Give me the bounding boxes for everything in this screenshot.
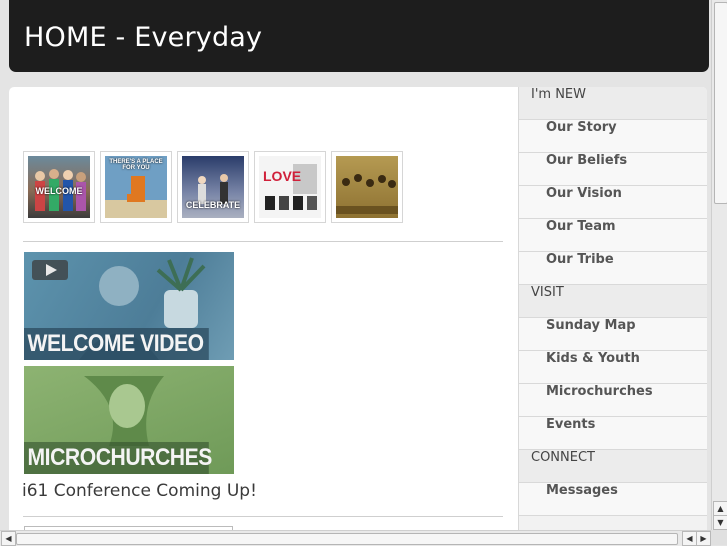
thumbnail-caption: CELEBRATE bbox=[185, 200, 241, 210]
microchurches-promo[interactable]: MICROCHURCHES bbox=[24, 366, 234, 474]
play-icon[interactable] bbox=[32, 260, 68, 280]
nav-our-tribe[interactable]: Our Tribe bbox=[519, 252, 707, 285]
nav-messages[interactable]: Messages bbox=[519, 483, 707, 516]
page-title: HOME - Everyday bbox=[24, 22, 263, 53]
divider bbox=[23, 241, 503, 242]
scroll-right-icon[interactable]: ▶ bbox=[696, 531, 711, 546]
nav-kids-youth[interactable]: Kids & Youth bbox=[519, 351, 707, 384]
horizontal-scrollbar[interactable]: ◀ ◀ ▶ bbox=[0, 530, 711, 546]
nav-visit[interactable]: VISIT bbox=[519, 285, 707, 318]
microchurches-label: MICROCHURCHES bbox=[24, 442, 212, 474]
site-header: HOME - Everyday bbox=[9, 0, 709, 72]
welcome-video-label: WELCOME VIDEO bbox=[24, 328, 209, 360]
vertical-scrollbar[interactable]: ▲ ▼ bbox=[711, 0, 727, 530]
love-thumbnail[interactable]: LOVE bbox=[254, 151, 326, 223]
scrollbar-corner bbox=[711, 530, 727, 545]
place-for-you-thumbnail[interactable]: THERE'S A PLACE FOR YOU bbox=[100, 151, 172, 223]
welcome-video-promo[interactable]: WELCOME VIDEO bbox=[24, 252, 234, 360]
vertical-scroll-thumb[interactable] bbox=[714, 2, 727, 204]
nav-our-story[interactable]: Our Story bbox=[519, 120, 707, 153]
nav-our-vision[interactable]: Our Vision bbox=[519, 186, 707, 219]
nav-sunday-map[interactable]: Sunday Map bbox=[519, 318, 707, 351]
nav-our-team[interactable]: Our Team bbox=[519, 219, 707, 252]
horizontal-scroll-thumb[interactable] bbox=[16, 533, 678, 545]
scroll-down-icon[interactable]: ▼ bbox=[713, 515, 727, 530]
sidebar-nav: I'm NEW Our Story Our Beliefs Our Vision… bbox=[518, 87, 707, 532]
divider bbox=[23, 516, 503, 517]
thumbnail-caption: THERE'S A PLACE FOR YOU bbox=[109, 159, 163, 171]
celebrate-thumbnail[interactable]: CELEBRATE bbox=[177, 151, 249, 223]
nav-our-beliefs[interactable]: Our Beliefs bbox=[519, 153, 707, 186]
welcome-thumbnail[interactable]: WELCOME bbox=[23, 151, 95, 223]
scroll-left-end-icon[interactable]: ◀ bbox=[682, 531, 697, 546]
nav-connect[interactable]: CONNECT bbox=[519, 450, 707, 483]
news-headline[interactable]: i61 Conference Coming Up! bbox=[22, 481, 257, 501]
scroll-up-icon[interactable]: ▲ bbox=[713, 501, 727, 516]
thumbnail-caption: LOVE bbox=[263, 168, 302, 184]
nav-microchurches[interactable]: Microchurches bbox=[519, 384, 707, 417]
thumbnail-caption: WELCOME bbox=[35, 186, 83, 196]
community-thumbnail[interactable] bbox=[331, 151, 403, 223]
main-content: WELCOME THERE'S A PLACE FOR YOU CELEBRAT… bbox=[9, 87, 707, 532]
scroll-left-icon[interactable]: ◀ bbox=[1, 531, 16, 546]
nav-im-new[interactable]: I'm NEW bbox=[519, 87, 707, 120]
nav-events[interactable]: Events bbox=[519, 417, 707, 450]
